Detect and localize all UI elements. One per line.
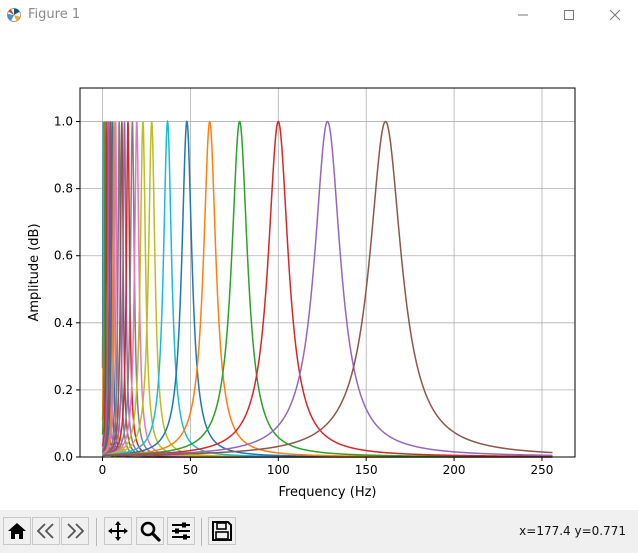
y-tick-label: 0.0 — [54, 450, 73, 464]
close-button[interactable] — [592, 0, 638, 30]
maximize-icon — [564, 10, 574, 20]
minimize-icon — [518, 14, 528, 16]
zoom-button[interactable] — [136, 517, 164, 545]
toolbar-separator — [201, 518, 202, 546]
cursor-coordinates: x=177.4 y=0.771 — [519, 524, 626, 538]
zoom-icon — [140, 521, 161, 542]
series-line — [102, 119, 553, 458]
series-layer — [101, 119, 553, 458]
y-tick-label: 0.6 — [54, 249, 73, 263]
x-tick-label: 100 — [267, 463, 290, 477]
y-axis-label: Amplitude (dB) — [27, 223, 42, 321]
forward-icon — [67, 523, 85, 539]
x-tick-label: 200 — [443, 463, 466, 477]
y-tick-label: 0.2 — [54, 383, 73, 397]
x-tick-label: 50 — [183, 463, 198, 477]
home-button[interactable] — [3, 517, 31, 545]
pan-icon — [108, 521, 128, 541]
save-icon — [212, 521, 232, 541]
x-tick-label: 250 — [531, 463, 554, 477]
pan-button[interactable] — [104, 517, 132, 545]
matplotlib-icon — [7, 8, 21, 22]
home-icon — [8, 523, 26, 539]
minimize-button[interactable] — [500, 0, 546, 30]
save-button[interactable] — [208, 517, 236, 545]
back-icon — [36, 523, 54, 539]
back-button[interactable] — [32, 517, 60, 545]
close-icon — [609, 9, 621, 21]
configure-subplots-button[interactable] — [167, 517, 195, 545]
y-tick-label: 1.0 — [54, 115, 73, 129]
grid — [80, 88, 575, 458]
axes-frame — [79, 87, 576, 458]
y-tick-label: 0.8 — [54, 182, 73, 196]
x-axis-label: Frequency (Hz) — [278, 485, 376, 500]
x-tick-label: 150 — [355, 463, 378, 477]
plot-area[interactable]: 0 50 100 150 200 250 0.0 0.2 0.4 0.6 0.8 1.0 Freque… — [0, 30, 638, 510]
forward-button[interactable] — [61, 517, 89, 545]
configure-subplots-icon — [172, 522, 190, 540]
toolbar-separator — [96, 518, 97, 546]
title-bar: Figure 1 — [0, 0, 638, 30]
maximize-button[interactable] — [546, 0, 592, 30]
x-tick-label: 0 — [99, 463, 107, 477]
y-tick-label: 0.4 — [54, 316, 73, 330]
window-title: Figure 1 — [28, 7, 81, 22]
